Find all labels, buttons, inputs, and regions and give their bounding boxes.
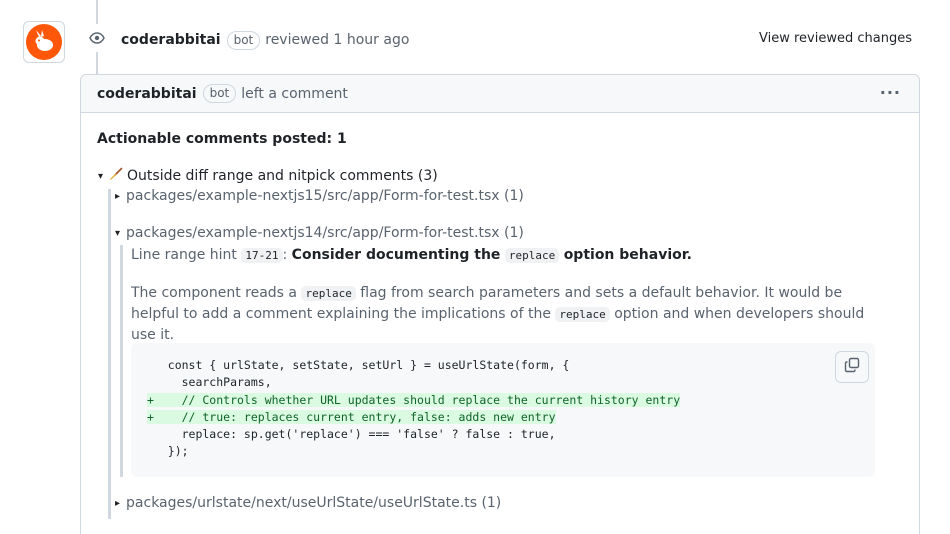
file-summary[interactable]: ▸ packages/urlstate/next/useUrlState/use… (115, 495, 501, 511)
desc-text: The component reads a (131, 285, 297, 301)
line-range-hint: Line range hint 17-21: Consider document… (131, 247, 692, 263)
code-line: + // true: replaces current entry, false… (147, 409, 556, 424)
code-line: }); (147, 444, 189, 459)
code-line: searchParams, (147, 375, 272, 390)
code-line: replace: sp.get('replace') === 'false' ?… (147, 427, 556, 442)
hint-title-code: replace (504, 248, 560, 263)
coderabbit-logo-icon (26, 24, 62, 60)
inline-code: replace (301, 286, 356, 301)
outside-diff-summary[interactable]: ▾ Outside diff range and nitpick comment… (98, 167, 438, 185)
actionable-comments-heading: Actionable comments posted: 1 (97, 131, 347, 147)
caret-right-icon: ▸ (115, 497, 121, 509)
avatar[interactable] (23, 21, 65, 63)
comment-action-text: left a comment (241, 85, 348, 102)
code-suggestion-block: const { urlState, setState, setUrl } = u… (131, 343, 875, 477)
inline-code: replace (555, 307, 610, 322)
hint-title-start: Consider documenting the (291, 247, 501, 263)
review-comment: coderabbitai bot left a comment ··· Acti… (80, 74, 920, 534)
bot-badge: bot (202, 84, 237, 103)
hint-prefix: Line range hint (131, 247, 237, 263)
code-line: const { urlState, setState, setUrl } = u… (147, 358, 570, 372)
review-action-text: reviewed 1 hour ago (265, 32, 410, 48)
review-header: coderabbitai bot reviewed 1 hour ago (121, 30, 409, 50)
file-path: packages/urlstate/next/useUrlState/useUr… (126, 495, 502, 511)
line-range-code: 17-21 (241, 248, 283, 263)
hint-separator: : (282, 247, 288, 263)
outside-diff-label: Outside diff range and nitpick comments … (127, 168, 438, 184)
file-path: packages/example-nextjs14/src/app/Form-f… (126, 225, 524, 241)
caret-down-icon: ▾ (98, 170, 104, 182)
comment-author-link[interactable]: coderabbitai (97, 86, 197, 102)
kebab-menu-icon[interactable]: ··· (880, 83, 901, 102)
hint-title-end: option behavior. (563, 247, 692, 263)
code-line: + // Controls whether URL updates should… (147, 392, 681, 407)
tree-guide-line (120, 245, 123, 477)
code-lines: const { urlState, setState, setUrl } = u… (131, 357, 875, 461)
bot-badge: bot (226, 30, 261, 50)
copy-button[interactable] (835, 351, 869, 383)
comment-header: coderabbitai bot left a comment ··· (81, 75, 919, 113)
file-summary[interactable]: ▾ packages/example-nextjs14/src/app/Form… (115, 225, 524, 241)
caret-right-icon: ▸ (115, 190, 121, 202)
broom-icon (109, 167, 123, 185)
eye-icon (83, 24, 111, 52)
file-summary[interactable]: ▸ packages/example-nextjs15/src/app/Form… (115, 188, 524, 204)
comment-description: The component reads a replace flag from … (131, 283, 891, 346)
review-author-link[interactable]: coderabbitai (121, 32, 221, 48)
tree-guide-line (108, 189, 111, 519)
file-path: packages/example-nextjs15/src/app/Form-f… (126, 188, 524, 204)
caret-down-icon: ▾ (115, 227, 121, 239)
copy-icon (844, 357, 860, 377)
view-reviewed-changes-link[interactable]: View reviewed changes (759, 31, 912, 46)
